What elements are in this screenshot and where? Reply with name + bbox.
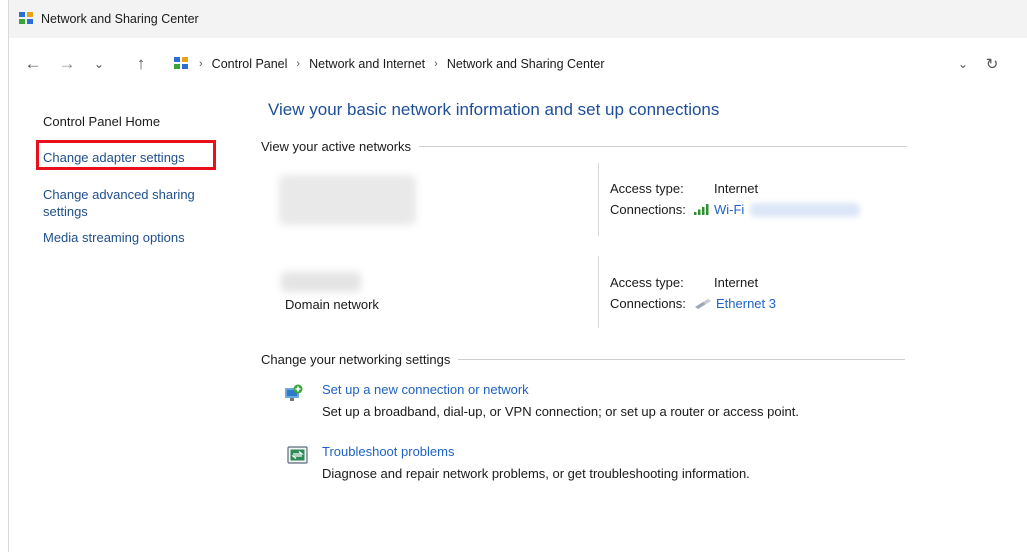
left-navigation-pane: Control Panel Home Change adapter settin…	[36, 113, 233, 254]
access-type-label: Access type:	[610, 181, 684, 196]
change-settings-label: Change your networking settings	[261, 352, 451, 367]
address-dropdown-chevron-down-icon[interactable]: ⌄	[952, 48, 974, 80]
window-title: Network and Sharing Center	[41, 12, 199, 26]
page-title: View your basic network information and …	[268, 100, 720, 119]
title-bar: Network and Sharing Center	[9, 0, 1027, 38]
setup-connection-link[interactable]: Set up a new connection or network	[322, 382, 799, 397]
breadcrumb-network-and-internet[interactable]: Network and Internet	[309, 57, 425, 71]
control-panel-icon	[174, 57, 190, 71]
breadcrumb-separator: ›	[434, 58, 438, 70]
ethernet-cable-icon	[695, 298, 711, 309]
network-1-connections: Connections: Wi-Fi	[610, 202, 861, 217]
change-settings-header: Change your networking settings	[261, 352, 906, 367]
breadcrumb-separator: ›	[296, 58, 301, 70]
navigation-bar: ← → ⌄ ↑ › Control Panel › Network and In…	[9, 38, 1027, 92]
wifi-connection-link[interactable]: Wi-Fi	[714, 202, 744, 217]
recent-locations-chevron-down-icon[interactable]: ⌄	[87, 52, 111, 76]
troubleshoot-icon	[287, 446, 308, 464]
network-name-redacted	[281, 272, 361, 292]
new-connection-icon	[285, 384, 303, 401]
network-2-connections: Connections: Ethernet 3	[610, 296, 776, 311]
back-arrow-icon[interactable]: ←	[21, 52, 45, 76]
up-arrow-icon[interactable]: ↑	[129, 52, 153, 76]
wifi-signal-icon	[694, 204, 709, 215]
breadcrumb-control-panel[interactable]: Control Panel	[212, 57, 288, 71]
network-divider	[598, 163, 599, 236]
section-divider	[458, 359, 906, 360]
access-type-label: Access type:	[610, 275, 684, 290]
troubleshoot-problems-link[interactable]: Troubleshoot problems	[322, 444, 750, 459]
control-panel-home-link[interactable]: Control Panel Home	[43, 113, 233, 130]
ethernet-3-connection-link[interactable]: Ethernet 3	[716, 296, 776, 311]
address-bar[interactable]: › Control Panel › Network and Internet ›…	[166, 48, 1004, 80]
connections-label: Connections:	[610, 296, 686, 311]
network-1-access-type: Access type: Internet	[610, 181, 758, 196]
connections-label: Connections:	[610, 202, 686, 217]
network-2-access-type: Access type: Internet	[610, 275, 758, 290]
network-divider	[598, 256, 599, 328]
highlight-box	[36, 140, 216, 170]
access-type-value: Internet	[714, 181, 759, 196]
control-panel-icon	[19, 12, 35, 26]
access-type-value: Internet	[714, 275, 759, 290]
section-divider	[419, 146, 908, 147]
forward-arrow-icon[interactable]: →	[55, 52, 79, 76]
wifi-ssid-redacted	[750, 202, 861, 217]
setup-connection-task: Set up a new connection or network Set u…	[322, 382, 799, 419]
troubleshoot-description: Diagnose and repair network problems, or…	[322, 466, 750, 481]
network-category: Domain network	[285, 297, 379, 312]
setup-connection-description: Set up a broadband, dial-up, or VPN conn…	[322, 404, 799, 419]
active-networks-label: View your active networks	[261, 139, 412, 154]
change-advanced-sharing-settings-link[interactable]: Change advanced sharing settings	[43, 186, 208, 220]
breadcrumb-separator: ›	[199, 58, 203, 70]
breadcrumb-network-and-sharing-center[interactable]: Network and Sharing Center	[447, 57, 605, 71]
troubleshoot-task: Troubleshoot problems Diagnose and repai…	[322, 444, 750, 481]
network-sharing-center-window: Network and Sharing Center ← → ⌄ ↑ › Con…	[8, 0, 1027, 552]
refresh-icon[interactable]: ↻	[981, 48, 1003, 80]
main-content: View your basic network information and …	[268, 100, 928, 120]
media-streaming-options-link[interactable]: Media streaming options	[43, 229, 233, 246]
network-name-redacted	[279, 175, 416, 225]
active-networks-header: View your active networks	[261, 139, 908, 154]
